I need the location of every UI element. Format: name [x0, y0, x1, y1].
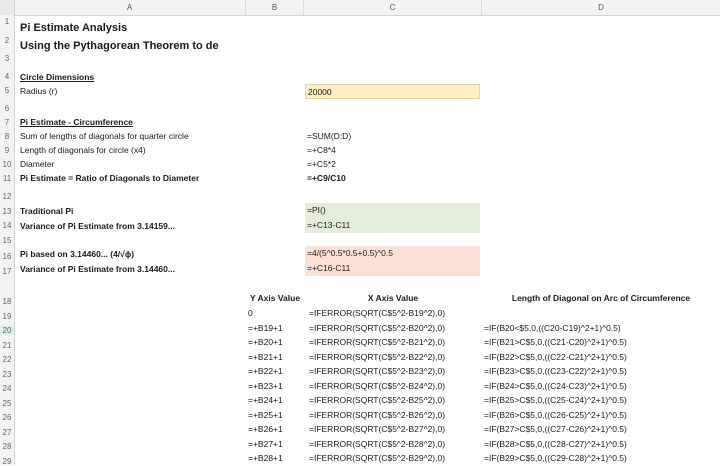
row-number[interactable]: 11: [0, 174, 14, 183]
diagonal-cell[interactable]: =IF(B27>C$5,0,((C27-C26)^2+1)^0.5): [484, 422, 627, 436]
column-header-c[interactable]: C: [304, 0, 482, 15]
row-number[interactable]: 26: [0, 413, 14, 422]
row-number[interactable]: 2: [0, 36, 14, 45]
y-value-cell[interactable]: =+B19+1: [248, 321, 283, 335]
row-number[interactable]: 18: [0, 297, 14, 306]
radius-input-cell[interactable]: 20000: [305, 84, 480, 99]
diagonal-cell[interactable]: =IF(B20<$5,0,((C20-C19)^2+1)^0.5): [484, 321, 621, 335]
x-axis-header[interactable]: X Axis Value: [304, 291, 482, 305]
row-number[interactable]: 22: [0, 355, 14, 364]
row-number[interactable]: 10: [0, 160, 14, 169]
sum-diagonals-label[interactable]: Sum of lengths of diagonals for quarter …: [20, 129, 189, 143]
length-diagonals-formula[interactable]: =+C8*4: [307, 143, 336, 157]
column-header-b[interactable]: B: [246, 0, 304, 15]
length-diagonals-label[interactable]: Length of diagonals for circle (x4): [20, 143, 146, 157]
y-value-cell[interactable]: =+B22+1: [248, 364, 283, 378]
row-number[interactable]: 19: [0, 312, 14, 321]
column-header-d[interactable]: D: [482, 0, 720, 15]
traditional-pi-label[interactable]: Traditional Pi: [20, 204, 73, 218]
variance-golden-label[interactable]: Variance of Pi Estimate from 3.14460...: [20, 262, 175, 276]
row-header-column: 1 2 3 4 5 6 7 8 9 10 11 12 13 14 15 16 1…: [0, 15, 15, 466]
x-value-cell[interactable]: =IFERROR(SQRT(C$5^2-B28^2),0): [309, 437, 445, 451]
row-number[interactable]: 6: [0, 104, 14, 113]
diagonal-cell[interactable]: =IF(B26>C$5,0,((C26-C25)^2+1)^0.5): [484, 408, 627, 422]
y-axis-header[interactable]: Y Axis Value: [246, 291, 304, 305]
diagonal-cell[interactable]: =IF(B29>C$5,0,((C29-C28)^2+1)^0.5): [484, 451, 627, 465]
variance-pi-label[interactable]: Variance of Pi Estimate from 3.14159...: [20, 219, 175, 233]
diagonal-cell[interactable]: =IF(B23>C$5,0,((C23-C22)^2+1)^0.5): [484, 364, 627, 378]
row-number[interactable]: 17: [0, 267, 14, 276]
x-value-cell[interactable]: =IFERROR(SQRT(C$5^2-B29^2),0): [309, 451, 445, 465]
y-value-cell[interactable]: =+B24+1: [248, 393, 283, 407]
variance-pi-cell[interactable]: =+C13-C11: [305, 218, 480, 233]
row-number[interactable]: 12: [0, 192, 14, 201]
row-number[interactable]: 25: [0, 399, 14, 408]
y-value-cell[interactable]: =+B23+1: [248, 379, 283, 393]
diagonal-cell[interactable]: =IF(B25>C$5,0,((C25-C24)^2+1)^0.5): [484, 393, 627, 407]
row-number[interactable]: 28: [0, 442, 14, 451]
diagonal-cell[interactable]: =IF(B22>C$5,0,((C22-C21)^2+1)^0.5): [484, 350, 627, 364]
y-value-cell[interactable]: =+B26+1: [248, 422, 283, 436]
circumference-section-header[interactable]: Pi Estimate - Circumference: [20, 115, 133, 129]
row-number[interactable]: 5: [0, 86, 14, 95]
x-value-cell[interactable]: =IFERROR(SQRT(C$5^2-B24^2),0): [309, 379, 445, 393]
diameter-label[interactable]: Diameter: [20, 157, 54, 171]
sum-diagonals-formula[interactable]: =SUM(D:D): [307, 129, 351, 143]
traditional-pi-cell[interactable]: =PI(): [305, 203, 480, 218]
diagonal-length-header[interactable]: Length of Diagonal on Arc of Circumferen…: [482, 291, 720, 305]
x-value-cell[interactable]: =IFERROR(SQRT(C$5^2-B20^2),0): [309, 321, 445, 335]
row-number[interactable]: 21: [0, 341, 14, 350]
y-value-cell[interactable]: 0: [248, 306, 253, 320]
column-header-bar: A B C D: [0, 0, 720, 16]
x-value-cell[interactable]: =IFERROR(SQRT(C$5^2-B26^2),0): [309, 408, 445, 422]
row-number[interactable]: 23: [0, 370, 14, 379]
diameter-formula[interactable]: =+C5*2: [307, 157, 336, 171]
row-number[interactable]: 27: [0, 428, 14, 437]
row-number[interactable]: 14: [0, 221, 14, 230]
sheet-subtitle[interactable]: Using the Pythagorean Theorem to de: [20, 38, 219, 54]
x-value-cell[interactable]: =IFERROR(SQRT(C$5^2-B27^2),0): [309, 422, 445, 436]
spreadsheet: A B C D 1 2 3 4 5 6 7 8 9 10 11 12 13 14…: [0, 0, 720, 466]
y-value-cell[interactable]: =+B28+1: [248, 451, 283, 465]
x-value-cell[interactable]: =IFERROR(SQRT(C$5^2-B19^2),0): [309, 306, 445, 320]
x-value-cell[interactable]: =IFERROR(SQRT(C$5^2-B25^2),0): [309, 393, 445, 407]
row-number[interactable]: 1: [0, 17, 14, 26]
y-value-cell[interactable]: =+B20+1: [248, 335, 283, 349]
pi-ratio-formula[interactable]: =+C9/C10: [307, 171, 346, 185]
y-value-cell[interactable]: =+B21+1: [248, 350, 283, 364]
pi-golden-label[interactable]: Pi based on 3.14460... (4/√ϕ): [20, 247, 134, 261]
diagonal-cell[interactable]: =IF(B28>C$5,0,((C28-C27)^2+1)^0.5): [484, 437, 627, 451]
row-number[interactable]: 7: [0, 118, 14, 127]
row-number[interactable]: 15: [0, 236, 14, 245]
radius-label[interactable]: Radius (r): [20, 84, 57, 98]
diagonal-cell[interactable]: =IF(B21>C$5,0,((C21-C20)^2+1)^0.5): [484, 335, 627, 349]
row-number-selected[interactable]: 20: [0, 326, 14, 335]
variance-golden-cell[interactable]: =+C16-C11: [305, 261, 480, 276]
pi-ratio-label[interactable]: Pi Estimate = Ratio of Diagonals to Diam…: [20, 171, 199, 185]
diagonal-cell[interactable]: =IF(B24>C$5,0,((C24-C23)^2+1)^0.5): [484, 379, 627, 393]
x-value-cell[interactable]: =IFERROR(SQRT(C$5^2-B22^2),0): [309, 350, 445, 364]
column-header-a[interactable]: A: [14, 0, 246, 15]
row-number[interactable]: 24: [0, 384, 14, 393]
row-number[interactable]: 3: [0, 54, 14, 63]
row-number[interactable]: 4: [0, 72, 14, 81]
pi-golden-cell[interactable]: =4/(5^0.5*0.5+0.5)^0.5: [305, 246, 480, 261]
x-value-cell[interactable]: =IFERROR(SQRT(C$5^2-B21^2),0): [309, 335, 445, 349]
sheet-title[interactable]: Pi Estimate Analysis: [20, 20, 127, 36]
row-number[interactable]: 13: [0, 207, 14, 216]
select-all-corner[interactable]: [0, 0, 15, 15]
circle-dimensions-header[interactable]: Circle Dimensions: [20, 70, 94, 84]
row-number[interactable]: 8: [0, 132, 14, 141]
x-value-cell[interactable]: =IFERROR(SQRT(C$5^2-B23^2),0): [309, 364, 445, 378]
row-number[interactable]: 16: [0, 252, 14, 261]
y-value-cell[interactable]: =+B25+1: [248, 408, 283, 422]
y-value-cell[interactable]: =+B27+1: [248, 437, 283, 451]
row-number[interactable]: 9: [0, 146, 14, 155]
